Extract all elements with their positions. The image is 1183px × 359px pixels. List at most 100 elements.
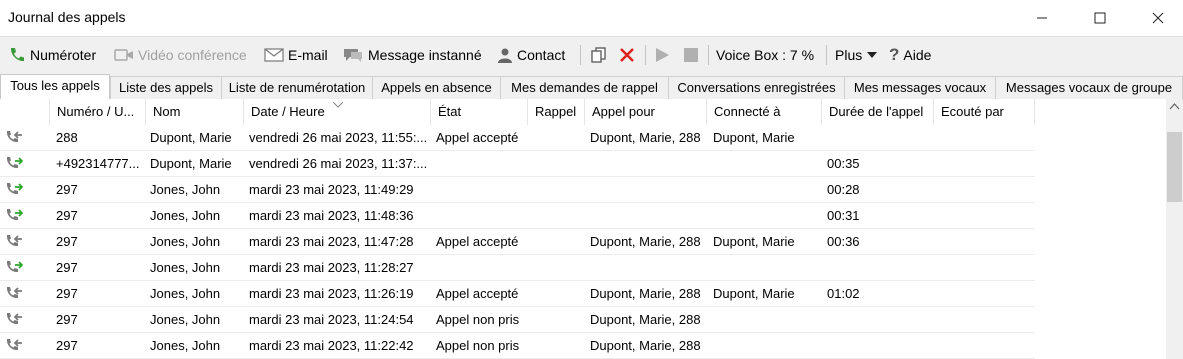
table-row[interactable]: +492314777... Dupont, Marie vendredi 26 ma… (0, 151, 1035, 177)
contact-button[interactable]: Contact (497, 37, 565, 73)
cell-listened-by (940, 333, 1030, 359)
cell-connected-to: Dupont, Marie (713, 286, 795, 301)
cell-call-for (590, 177, 705, 203)
outgoing-call-icon (5, 260, 24, 276)
cell-name: Dupont, Marie (150, 156, 232, 171)
stop-button[interactable] (683, 37, 703, 73)
close-button[interactable] (1135, 0, 1181, 36)
copy-button[interactable] (590, 37, 612, 73)
column-header-call-for[interactable]: Appel pour (585, 99, 707, 125)
cell-number: 288 (56, 130, 78, 145)
outgoing-call-icon (5, 208, 24, 224)
toolbar-separator (580, 45, 581, 65)
email-label: E-mail (288, 47, 328, 63)
tab-missed-calls[interactable]: Appels en absence (372, 76, 501, 99)
minimize-button[interactable] (1019, 0, 1065, 36)
toolbar-separator (708, 45, 709, 65)
cell-connected-to (713, 151, 818, 177)
table-row[interactable]: 288 Dupont, Marie vendredi 26 mai 2023, 11… (0, 125, 1035, 151)
email-button[interactable]: E-mail (264, 37, 328, 73)
column-header-icon[interactable] (0, 99, 50, 125)
column-header-number[interactable]: Numéro / U... (50, 99, 146, 125)
table-row[interactable]: 297 Jones, John mardi 23 mai 2023, 11:22:4… (0, 333, 1035, 359)
column-header-listened-by[interactable]: Ecouté par (934, 99, 1035, 125)
cell-state: Appel non pris (436, 312, 520, 327)
video-conference-button[interactable]: Vidéo conférence (114, 37, 247, 73)
cell-name: Dupont, Marie (150, 130, 232, 145)
cell-date-time: vendredi 26 mai 2023, 11:55:... (249, 130, 426, 145)
more-menu-button[interactable]: Plus (835, 37, 881, 73)
scrollbar-thumb[interactable] (1167, 132, 1182, 202)
tab-all-calls[interactable]: Tous les appels (0, 74, 110, 100)
outgoing-call-icon (5, 156, 24, 172)
delete-button[interactable] (618, 37, 640, 73)
tab-group-voice-messages[interactable]: Messages vocaux de groupe (995, 76, 1183, 99)
chevron-down-icon (867, 52, 878, 58)
cell-connected-to (713, 333, 818, 359)
toolbar-separator (645, 45, 646, 65)
contact-label: Contact (517, 47, 566, 63)
column-header-state[interactable]: État (431, 99, 528, 125)
cell-number: 297 (56, 182, 78, 197)
cell-name: Jones, John (150, 338, 221, 353)
column-header-connected-to[interactable]: Connecté à (707, 99, 822, 125)
cell-name: Jones, John (150, 286, 221, 301)
table-row[interactable]: 297 Jones, John mardi 23 mai 2023, 11:49:2… (0, 177, 1035, 203)
toolbar: Numéroter Vidéo conférence E-mail Messag… (0, 36, 1183, 73)
question-mark-icon: ? (889, 45, 900, 64)
table-row[interactable]: 297 Jones, John mardi 23 mai 2023, 11:26:1… (0, 281, 1035, 307)
tab-recorded-conversations[interactable]: Conversations enregistrées (668, 76, 845, 99)
column-header-duration[interactable]: Durée de l'appel (822, 99, 934, 125)
cell-duration: 00:31 (827, 208, 860, 223)
cell-connected-to (713, 177, 818, 203)
close-icon (1152, 12, 1164, 24)
tab-redial-list[interactable]: Liste de renumérotation (221, 76, 373, 99)
cell-name: Jones, John (150, 234, 221, 249)
envelope-icon (264, 48, 284, 62)
cell-listened-by (940, 255, 1030, 281)
chat-bubble-icon (342, 47, 364, 63)
cell-state: Appel accepté (436, 286, 519, 301)
cell-callback (533, 177, 583, 203)
column-header-callback[interactable]: Rappel (528, 99, 585, 125)
tab-bar: Tous les appels Liste des appels Liste d… (0, 73, 1183, 100)
table-row[interactable]: 297 Jones, John mardi 23 mai 2023, 11:28:2… (0, 255, 1035, 281)
instant-message-button[interactable]: Message instanné (342, 37, 482, 73)
dial-label: Numéroter (30, 47, 97, 63)
column-header-name[interactable]: Nom (146, 99, 244, 125)
cell-connected-to (713, 307, 818, 333)
window-title: Journal des appels (8, 9, 126, 25)
play-button[interactable] (654, 37, 674, 73)
table-row[interactable]: 297 Jones, John mardi 23 mai 2023, 11:48:3… (0, 203, 1035, 229)
cell-date-time: mardi 23 mai 2023, 11:22:42 (249, 338, 414, 353)
incoming-call-icon (5, 130, 23, 146)
cell-callback (533, 333, 583, 359)
cell-callback (533, 307, 583, 333)
cell-listened-by (940, 125, 1030, 151)
cell-number: 297 (56, 208, 78, 223)
maximize-button[interactable] (1077, 0, 1123, 36)
help-button[interactable]: ? Aide (889, 37, 931, 73)
cell-duration: 00:35 (827, 156, 860, 171)
person-icon (497, 47, 513, 63)
video-camera-icon (114, 48, 134, 62)
cell-name: Jones, John (150, 260, 221, 275)
tab-my-voice-messages[interactable]: Mes messages vocaux (844, 76, 996, 99)
scroll-up-arrow-icon[interactable] (1166, 99, 1183, 115)
cell-number: +492314777... (56, 156, 140, 171)
tab-callback-requests[interactable]: Mes demandes de rappel (500, 76, 669, 99)
tab-call-list[interactable]: Liste des appels (110, 76, 222, 99)
cell-state: Appel accepté (436, 234, 519, 249)
table-row[interactable]: 297 Jones, John mardi 23 mai 2023, 11:24:5… (0, 307, 1035, 333)
cell-connected-to (713, 255, 818, 281)
incoming-call-icon (5, 312, 23, 328)
play-icon (654, 47, 670, 63)
cell-date-time: mardi 23 mai 2023, 11:26:19 (249, 286, 414, 301)
table-row[interactable]: 297 Jones, John mardi 23 mai 2023, 11:47:2… (0, 229, 1035, 255)
incoming-call-icon (5, 286, 23, 302)
cell-duration: 00:36 (827, 234, 860, 249)
im-label: Message instanné (368, 47, 482, 63)
cell-call-for: Dupont, Marie, 288 (590, 130, 701, 145)
incoming-call-icon (5, 338, 23, 354)
dial-button[interactable]: Numéroter (8, 37, 96, 73)
